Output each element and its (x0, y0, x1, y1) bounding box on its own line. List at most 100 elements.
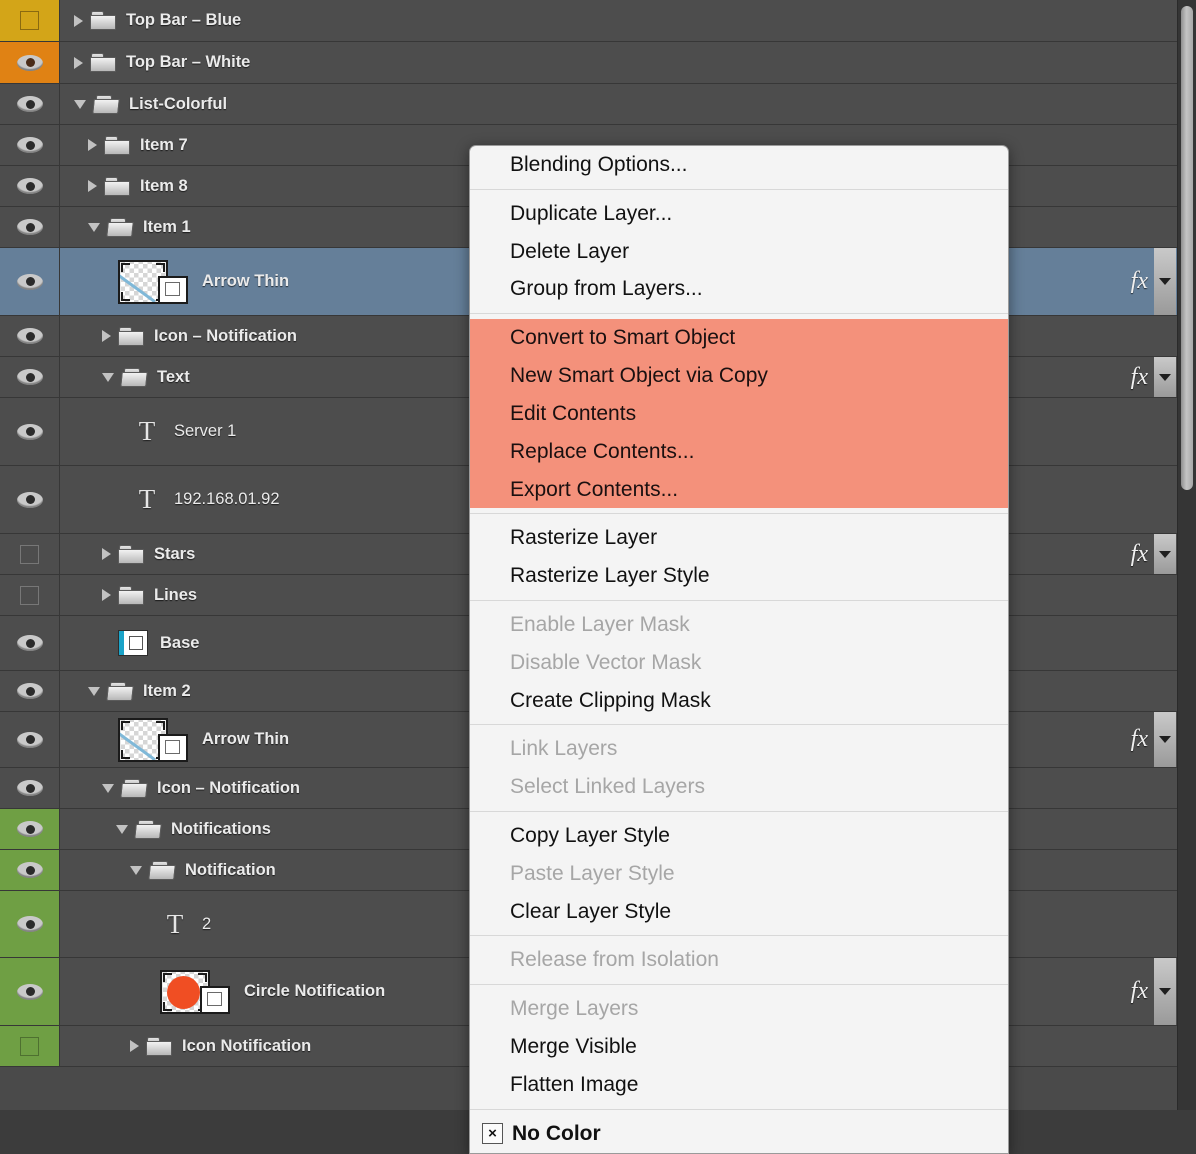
layer-visibility-toggle[interactable] (0, 125, 60, 165)
layer-name-label: Icon Notification (182, 1037, 311, 1056)
layer-visibility-toggle[interactable] (0, 575, 60, 615)
layer-visibility-toggle[interactable] (0, 850, 60, 890)
layer-visibility-toggle[interactable] (0, 616, 60, 670)
fx-expand-button[interactable] (1154, 357, 1176, 397)
layer-row[interactable]: Top Bar – Blue (0, 0, 1178, 42)
layer-visibility-toggle[interactable] (0, 84, 60, 124)
chevron-right-icon[interactable] (102, 589, 111, 601)
layer-visibility-toggle[interactable] (0, 768, 60, 808)
layer-name-label: Arrow Thin (202, 730, 289, 749)
layer-visibility-toggle[interactable] (0, 42, 60, 83)
fx-expand-button[interactable] (1154, 248, 1176, 315)
eye-icon (17, 821, 43, 837)
layer-name-label: Item 2 (143, 682, 191, 701)
layer-name-label: Item 8 (140, 177, 188, 196)
layer-name-label: Arrow Thin (202, 272, 289, 291)
layer-visibility-toggle[interactable] (0, 0, 60, 41)
chevron-down-icon[interactable] (102, 373, 114, 382)
layer-visibility-toggle[interactable] (0, 534, 60, 574)
vector-mask-thumbnail[interactable] (158, 734, 188, 762)
layer-visibility-toggle[interactable] (0, 671, 60, 711)
check-x-icon: × (482, 1123, 503, 1144)
shape-layer-thumbnail[interactable] (118, 630, 148, 656)
folder-icon (118, 545, 144, 564)
layer-visibility-toggle[interactable] (0, 958, 60, 1025)
folder-open-icon (121, 779, 147, 798)
menu-group: Link LayersSelect Linked Layers (470, 730, 1008, 806)
chevron-down-icon[interactable] (116, 825, 128, 834)
menu-item[interactable]: Group from Layers... (470, 270, 1008, 308)
chevron-down-icon[interactable] (130, 866, 142, 875)
layer-name-cell[interactable]: Top Bar – Blue (60, 0, 1114, 41)
layer-visibility-toggle[interactable] (0, 1026, 60, 1066)
chevron-right-icon[interactable] (88, 180, 97, 192)
layer-row[interactable]: Top Bar – White (0, 42, 1178, 84)
layer-name-cell[interactable]: Top Bar – White (60, 42, 1114, 83)
twisty-spacer (144, 986, 153, 998)
fx-expand-button[interactable] (1154, 712, 1176, 767)
chevron-down-icon[interactable] (102, 784, 114, 793)
menu-group: Blending Options... (470, 146, 1008, 184)
menu-item[interactable]: Rasterize Layer (470, 519, 1008, 557)
fx-icon[interactable]: fx (1131, 364, 1148, 391)
menu-item[interactable]: Rasterize Layer Style (470, 557, 1008, 595)
layer-visibility-toggle[interactable] (0, 891, 60, 957)
layer-visibility-toggle[interactable] (0, 466, 60, 533)
layer-name-label: Text (157, 368, 190, 387)
layer-effects-cell: fx (1114, 357, 1178, 397)
fx-icon[interactable]: fx (1131, 541, 1148, 568)
layer-name-label: Item 1 (143, 218, 191, 237)
chevron-right-icon[interactable] (88, 139, 97, 151)
layer-context-menu[interactable]: Blending Options... Duplicate Layer...Del… (469, 145, 1009, 1154)
chevron-down-icon[interactable] (88, 687, 100, 696)
menu-item: Disable Vector Mask (470, 644, 1008, 682)
vector-mask-thumbnail[interactable] (200, 986, 230, 1014)
menu-item[interactable]: Create Clipping Mask (470, 682, 1008, 720)
chevron-down-icon[interactable] (74, 100, 86, 109)
chevron-right-icon[interactable] (130, 1040, 139, 1052)
layer-visibility-toggle[interactable] (0, 248, 60, 315)
menu-item[interactable]: Copy Layer Style (470, 817, 1008, 855)
layers-scrollbar-thumb[interactable] (1181, 6, 1193, 490)
vector-mask-thumbnail[interactable] (158, 276, 188, 304)
fx-expand-button[interactable] (1154, 534, 1176, 574)
menu-item[interactable]: Flatten Image (470, 1066, 1008, 1104)
chevron-right-icon[interactable] (74, 15, 83, 27)
menu-item[interactable]: Merge Visible (470, 1028, 1008, 1066)
menu-item[interactable]: Replace Contents... (470, 433, 1008, 471)
eye-icon (17, 219, 43, 235)
layer-visibility-toggle[interactable] (0, 207, 60, 247)
layer-name-label: Base (160, 634, 199, 653)
menu-item[interactable]: Edit Contents (470, 395, 1008, 433)
chevron-right-icon[interactable] (74, 57, 83, 69)
menu-item[interactable]: New Smart Object via Copy (470, 357, 1008, 395)
layer-visibility-toggle[interactable] (0, 166, 60, 206)
layer-row[interactable]: List-Colorful (0, 84, 1178, 125)
layer-name-cell[interactable]: List-Colorful (60, 84, 1114, 124)
eye-icon (17, 96, 43, 112)
layer-visibility-toggle[interactable] (0, 316, 60, 356)
layer-effects-cell (1114, 207, 1178, 247)
eye-icon (17, 274, 43, 290)
layers-scrollbar-track[interactable] (1177, 0, 1196, 1110)
menu-item[interactable]: Duplicate Layer... (470, 195, 1008, 233)
fx-icon[interactable]: fx (1131, 726, 1148, 753)
fx-expand-button[interactable] (1154, 958, 1176, 1025)
menu-item[interactable]: Clear Layer Style (470, 893, 1008, 931)
layer-visibility-toggle[interactable] (0, 712, 60, 767)
fx-icon[interactable]: fx (1131, 268, 1148, 295)
layer-visibility-toggle[interactable] (0, 357, 60, 397)
menu-item[interactable]: Blending Options... (470, 146, 1008, 184)
layer-visibility-toggle[interactable] (0, 809, 60, 849)
chevron-right-icon[interactable] (102, 548, 111, 560)
menu-item[interactable]: ×No Color (470, 1115, 1008, 1153)
eye-icon (17, 862, 43, 878)
menu-item[interactable]: Convert to Smart Object (470, 319, 1008, 357)
fx-icon[interactable]: fx (1131, 978, 1148, 1005)
layer-visibility-toggle[interactable] (0, 398, 60, 465)
folder-icon (104, 136, 130, 155)
chevron-right-icon[interactable] (102, 330, 111, 342)
menu-item[interactable]: Export Contents... (470, 471, 1008, 509)
menu-item[interactable]: Delete Layer (470, 233, 1008, 271)
chevron-down-icon[interactable] (88, 223, 100, 232)
